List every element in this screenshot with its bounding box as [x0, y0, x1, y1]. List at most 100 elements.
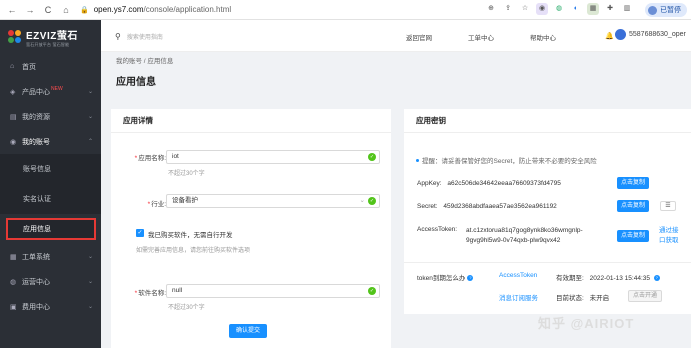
check-icon: ✓: [368, 287, 376, 295]
app-name-label: *应用名称:: [134, 155, 166, 162]
sidebar-item-label: 我的账号: [22, 138, 50, 146]
reload-icon[interactable]: C: [42, 4, 54, 16]
copy-secret-button[interactable]: 点击复制: [617, 200, 650, 212]
address-bar[interactable]: 🔒 open.ys7.com/console/application.html: [80, 5, 231, 14]
app-name-input[interactable]: iot ✓: [166, 150, 380, 164]
sidebar-item-products[interactable]: ◈ 产品中心 NEW ⌄: [0, 79, 101, 104]
expire-row: 有效期至: 2022-01-13 15:44:35 ?: [556, 272, 660, 282]
get-token-line-2: 口获取: [659, 237, 679, 244]
share-icon[interactable]: ⇪: [502, 3, 514, 15]
user-name: 5587688630_oper: [629, 31, 686, 38]
sidebar-item-label: 工单系统: [22, 253, 50, 261]
ticket-icon: ▦: [10, 253, 17, 261]
help-icon: ?: [467, 275, 474, 282]
chevron-up-icon: ⌃: [87, 139, 93, 145]
zoom-icon[interactable]: ⊕: [485, 3, 497, 15]
star-icon[interactable]: ☆: [519, 3, 531, 15]
industry-select[interactable]: 设备看护 ⌄ ✓: [166, 194, 380, 208]
watermark: 知乎 @AIRIOT: [538, 316, 635, 331]
token-status-card: [404, 262, 691, 314]
search-input[interactable]: ⚲ 搜索使用指南: [115, 32, 163, 41]
help-icon: ?: [653, 275, 660, 282]
logo[interactable]: EZVIZ萤石 萤石开放平台 萤石智能: [0, 20, 101, 54]
subscribe-link[interactable]: 消息订阅服务: [499, 292, 538, 302]
card-title: 应用详情: [111, 109, 391, 133]
appkey-row: AppKey: a62c506de34642eeaa76609373fd4795: [417, 180, 561, 187]
secret-label: Secret:: [417, 203, 438, 210]
avatar: [648, 5, 657, 15]
sidebar-item-label: 首页: [22, 63, 36, 71]
get-token-link[interactable]: 通过接 口获取: [659, 226, 679, 246]
user-menu[interactable]: 5587688630_oper: [615, 29, 686, 40]
sidebar-item-label: 费用中心: [22, 303, 50, 311]
link-help-center[interactable]: 帮助中心: [530, 32, 556, 42]
profile-paused-button[interactable]: 已暂停: [645, 3, 687, 17]
sidebar-item-operations[interactable]: ◍ 运营中心 ⌄: [0, 269, 101, 294]
list-icon[interactable]: ☰: [660, 201, 676, 211]
sidebar-item-resources[interactable]: ▤ 我的资源 ⌄: [0, 104, 101, 129]
chevron-down-icon: ⌄: [87, 254, 93, 260]
sidebar-icon[interactable]: ▥: [621, 3, 633, 15]
sidebar-subitem-account-info[interactable]: 账号信息: [0, 154, 101, 184]
secret-value: 459d2368abdfaaea57ae3562ea961192: [443, 203, 557, 210]
bookmark-icon[interactable]: ◐: [570, 3, 582, 15]
camera-icon[interactable]: ▦: [587, 3, 599, 15]
token-label: AccessToken:: [417, 226, 458, 233]
sidebar-item-account[interactable]: ◉ 我的账号 ⌃: [0, 129, 101, 154]
chevron-down-icon: ⌄: [359, 197, 365, 204]
browser-toolbar: ← → C ⌂ 🔒 open.ys7.com/console/applicati…: [0, 0, 691, 20]
sidebar-item-home[interactable]: ⌂ 首页: [0, 54, 101, 79]
chevron-down-icon: ⌄: [87, 89, 93, 95]
copy-token-button[interactable]: 点击复制: [617, 230, 650, 242]
expire-label: 有效期至:: [556, 275, 584, 282]
token-value-line-2: 9gvg9hl5w9-0v74qxb-plw9qvx42: [466, 237, 561, 244]
chevron-down-icon: ⌄: [87, 279, 93, 285]
link-ticket-center[interactable]: 工单中心: [468, 32, 494, 42]
software-label: *软件名称:: [134, 290, 166, 297]
sidebar-subitem-verification[interactable]: 实名认证: [0, 184, 101, 214]
submit-button[interactable]: 确认提交: [229, 324, 268, 338]
access-token-link[interactable]: AccessToken: [499, 272, 537, 279]
security-tip: 提醒：请妥善保管好您的Secret，防止带来不必要的安全风险: [416, 155, 597, 165]
appkey-label: AppKey:: [417, 180, 442, 187]
link-home-site[interactable]: 返回官网: [406, 32, 432, 42]
home-icon: ⌂: [10, 63, 15, 70]
token-question[interactable]: token到期怎么办?: [417, 272, 474, 282]
breadcrumb: 我的账号 / 应用信息: [116, 58, 174, 65]
software-hint: 不超过30个字: [168, 305, 205, 311]
app-name-row: *应用名称:: [120, 152, 166, 162]
logo-mark-icon: [8, 30, 22, 44]
software-row: *软件名称:: [120, 287, 166, 297]
status-value: 未开启: [589, 295, 610, 302]
back-icon[interactable]: ←: [6, 4, 18, 16]
home-icon[interactable]: ⌂: [60, 4, 72, 16]
software-value: null: [172, 287, 183, 294]
sidebar-item-label: 我的资源: [22, 113, 50, 121]
forward-icon[interactable]: →: [24, 4, 36, 16]
industry-value: 设备看护: [172, 197, 198, 204]
avatar: [615, 29, 626, 40]
bell-icon[interactable]: 🔔: [605, 32, 614, 40]
resources-icon: ▤: [10, 113, 17, 121]
extension-icons: ⊕ ⇪ ☆ ◉ ◍ ◐ ▦ ✚ ▥: [485, 3, 633, 15]
search-placeholder: 搜索使用指南: [126, 35, 163, 41]
lock-icon: 🔒: [80, 6, 89, 14]
copy-appkey-button[interactable]: 点击复制: [617, 177, 650, 189]
bought-software-checkbox[interactable]: ✓: [136, 229, 144, 237]
sidebar-item-billing[interactable]: ▣ 费用中心 ⌄: [0, 294, 101, 319]
sidebar-subitem-app-info[interactable]: 应用信息: [6, 218, 96, 240]
appkey-value: a62c506de34642eeaa76609373fd4795: [447, 180, 561, 187]
token-value: at.c1zxtorua81q7gog8ynk8ko36wmgnlp- 9gvg…: [466, 226, 583, 246]
puzzle-icon[interactable]: ✚: [604, 3, 616, 15]
open-service-button[interactable]: 点击开通: [628, 290, 663, 302]
logo-subtitle: 萤石开放平台 萤石智能: [26, 41, 70, 47]
token-question-text: token到期怎么办: [417, 275, 466, 282]
app-name-hint: 不超过30个字: [168, 171, 205, 177]
eye-icon[interactable]: ◉: [536, 3, 548, 15]
paste-icon[interactable]: ◍: [553, 3, 565, 15]
chevron-down-icon: ⌄: [87, 114, 93, 120]
get-token-line-1: 通过接: [659, 227, 679, 234]
industry-row: *行业:: [120, 198, 166, 208]
sidebar-item-tickets[interactable]: ▦ 工单系统 ⌄: [0, 244, 101, 269]
software-input[interactable]: null ✓: [166, 284, 380, 298]
